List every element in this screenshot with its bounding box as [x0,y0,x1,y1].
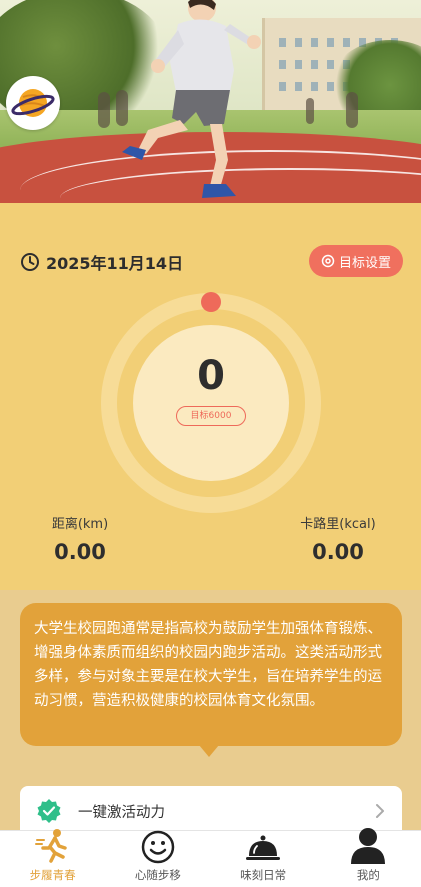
tab-daily-taste[interactable]: 味刻日常 [211,831,316,887]
runner-illustration [122,0,261,198]
food-cloche-icon [246,835,281,860]
goal-settings-button[interactable]: 目标设置 [309,245,403,277]
chevron-right-icon [376,804,384,818]
goal-settings-label: 目标设置 [338,255,391,271]
user-icon [351,828,386,864]
tab-label: 我的 [356,868,380,882]
distance-label: 距离(km) [51,517,109,532]
planet-icon [11,89,55,117]
tab-step-youth[interactable]: 步履青春 [0,829,105,887]
smiley-icon [141,830,175,864]
calories-value: 0.00 [312,540,364,564]
clock-icon [21,253,39,271]
progress-indicator-dot [201,292,221,312]
description-bubble: 大学生校园跑通常是指高校为鼓励学生加强体育锻炼、增强身体素质而组织的校园内跑步活… [20,603,402,746]
distance-value: 0.00 [54,540,106,564]
step-count: 0 [197,353,225,399]
tab-me[interactable]: 我的 [316,828,421,887]
bottom-tab-bar: 步履青春 心随步移 味刻日常 我的 [0,828,421,887]
distance-stat: 距离(km) 0.00 [40,513,120,564]
hero-banner [0,0,421,203]
action-label: 一键激活动力 [78,804,165,821]
calories-label: 卡路里(kcal) [300,517,376,532]
date-label: 2025年11月14日 [46,254,184,273]
activate-motivation-row[interactable]: 一键激活动力 [20,786,402,836]
calories-stat: 卡路里(kcal) 0.00 [290,513,386,564]
verified-check-icon [37,799,61,823]
target-icon [321,254,335,268]
tab-label: 心随步移 [134,868,181,882]
tab-heart-steps[interactable]: 心随步移 [105,830,210,887]
runner-icon [34,829,67,863]
goal-tag: 目标6000 [176,406,246,426]
planet-badge[interactable] [6,76,60,130]
bubble-tail [199,745,219,757]
progress-ring-center [133,325,289,481]
date-row: 2025年11月14日 [20,250,183,274]
tab-label: 步履青春 [29,868,76,882]
stats-panel: 2025年11月14日 目标设置 0 目标6000 距离(km) 0.00 卡路… [0,203,421,590]
info-section: 大学生校园跑通常是指高校为鼓励学生加强体育锻炼、增强身体素质而组织的校园内跑步活… [0,590,421,836]
tab-label: 味刻日常 [240,868,287,882]
